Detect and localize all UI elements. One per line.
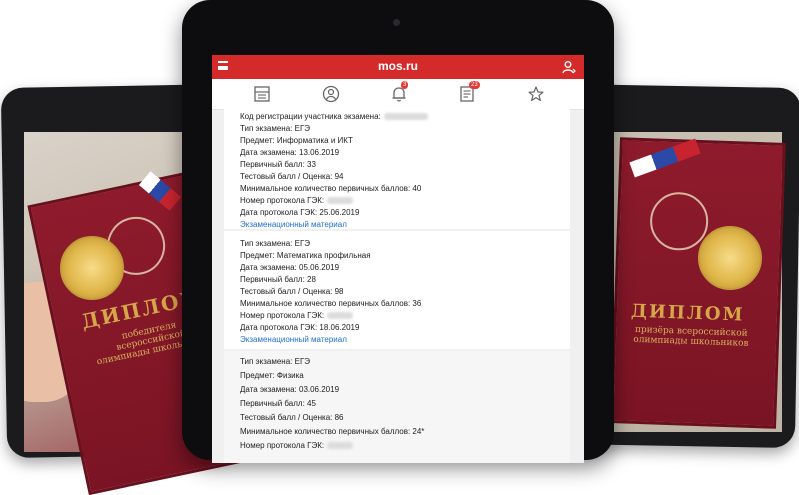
- redacted-value: [383, 113, 428, 120]
- camera-icon: [393, 19, 400, 26]
- redacted-value: [327, 312, 354, 319]
- exam-type: Тип экзамена: ЕГЭ: [240, 124, 311, 133]
- min-primary-score: Минимальное количество первичных баллов:…: [240, 299, 422, 308]
- protocol-number-row: Номер протокола ГЭК:: [240, 196, 354, 205]
- protocol-number-row: Номер протокола ГЭК:: [240, 311, 354, 320]
- min-primary-score: Минимальное количество первичных баллов:…: [240, 427, 425, 436]
- redacted-value: [327, 197, 354, 204]
- protocol-number-label: Номер протокола ГЭК:: [240, 311, 325, 320]
- brand-logo[interactable]: mos.ru: [212, 59, 584, 73]
- exam-card-math: Тип экзамена: ЕГЭ Предмет: Математика пр…: [224, 231, 570, 349]
- protocol-number-label: Номер протокола ГЭК:: [240, 441, 325, 450]
- exam-date: Дата экзамена: 05.06.2019: [240, 263, 340, 272]
- right-medal: [698, 226, 762, 290]
- registration-code-row: Код регистрации участника экзамена:: [240, 112, 428, 121]
- right-diploma-title: ДИПЛОМ: [630, 300, 745, 326]
- protocol-date: Дата протокола ГЭК: 18.06.2019: [240, 323, 360, 332]
- protocol-date: Дата протокола ГЭК: 25.06.2019: [240, 208, 360, 217]
- exam-date: Дата экзамена: 13.06.2019: [240, 148, 340, 157]
- exam-material-link[interactable]: Экзаменационный материал: [240, 335, 347, 344]
- notifications-tab[interactable]: 3: [390, 81, 409, 103]
- user-account-icon[interactable]: [562, 60, 576, 74]
- primary-score: Первичный балл: 33: [240, 160, 316, 169]
- test-score: Тестовый балл / Оценка: 98: [240, 287, 344, 296]
- exam-subject: Предмет: Информатика и ИКТ: [240, 136, 353, 145]
- documents-tab[interactable]: 23: [458, 81, 480, 103]
- right-diploma-subtitle: призёра всероссийской олимпиады школьник…: [633, 324, 749, 349]
- test-score: Тестовый балл / Оценка: 86: [240, 413, 344, 422]
- exam-results-list: Код регистрации участника экзамена: Тип …: [212, 109, 584, 463]
- exam-subject: Предмет: Математика профильная: [240, 251, 371, 260]
- top-bar: mos.ru: [212, 55, 584, 79]
- redacted-value: [327, 442, 354, 449]
- icon-nav-bar: 3 23: [212, 79, 584, 110]
- protocol-number-row: Номер протокола ГЭК:: [240, 441, 354, 450]
- protocol-number-label: Номер протокола ГЭК:: [240, 196, 325, 205]
- exam-type: Тип экзамена: ЕГЭ: [240, 357, 311, 366]
- exam-material-link[interactable]: Экзаменационный материал: [240, 220, 347, 229]
- right-diploma-emblem-icon: [649, 191, 710, 252]
- primary-score: Первичный балл: 45: [240, 399, 316, 408]
- documents-badge: 23: [469, 81, 480, 89]
- right-diploma: ДИПЛОМ призёра всероссийской олимпиады ш…: [610, 137, 786, 429]
- exam-subject: Предмет: Физика: [240, 371, 304, 380]
- min-primary-score: Минимальное количество первичных баллов:…: [240, 184, 422, 193]
- exam-card-informatics: Код регистрации участника экзамена: Тип …: [224, 109, 570, 229]
- app-screen: mos.ru 3 23 Код регистрации участника эк…: [212, 55, 584, 463]
- favorites-star-icon[interactable]: [527, 85, 545, 103]
- exam-card-physics: Тип экзамена: ЕГЭ Предмет: Физика Дата э…: [224, 351, 570, 463]
- profile-icon[interactable]: [322, 85, 340, 103]
- services-grid-icon[interactable]: [253, 85, 271, 103]
- exam-date: Дата экзамена: 03.06.2019: [240, 385, 340, 394]
- test-score: Тестовый балл / Оценка: 94: [240, 172, 344, 181]
- left-medal: [60, 236, 124, 300]
- exam-type: Тип экзамена: ЕГЭ: [240, 239, 311, 248]
- registration-label: Код регистрации участника экзамена:: [240, 112, 381, 121]
- primary-score: Первичный балл: 28: [240, 275, 316, 284]
